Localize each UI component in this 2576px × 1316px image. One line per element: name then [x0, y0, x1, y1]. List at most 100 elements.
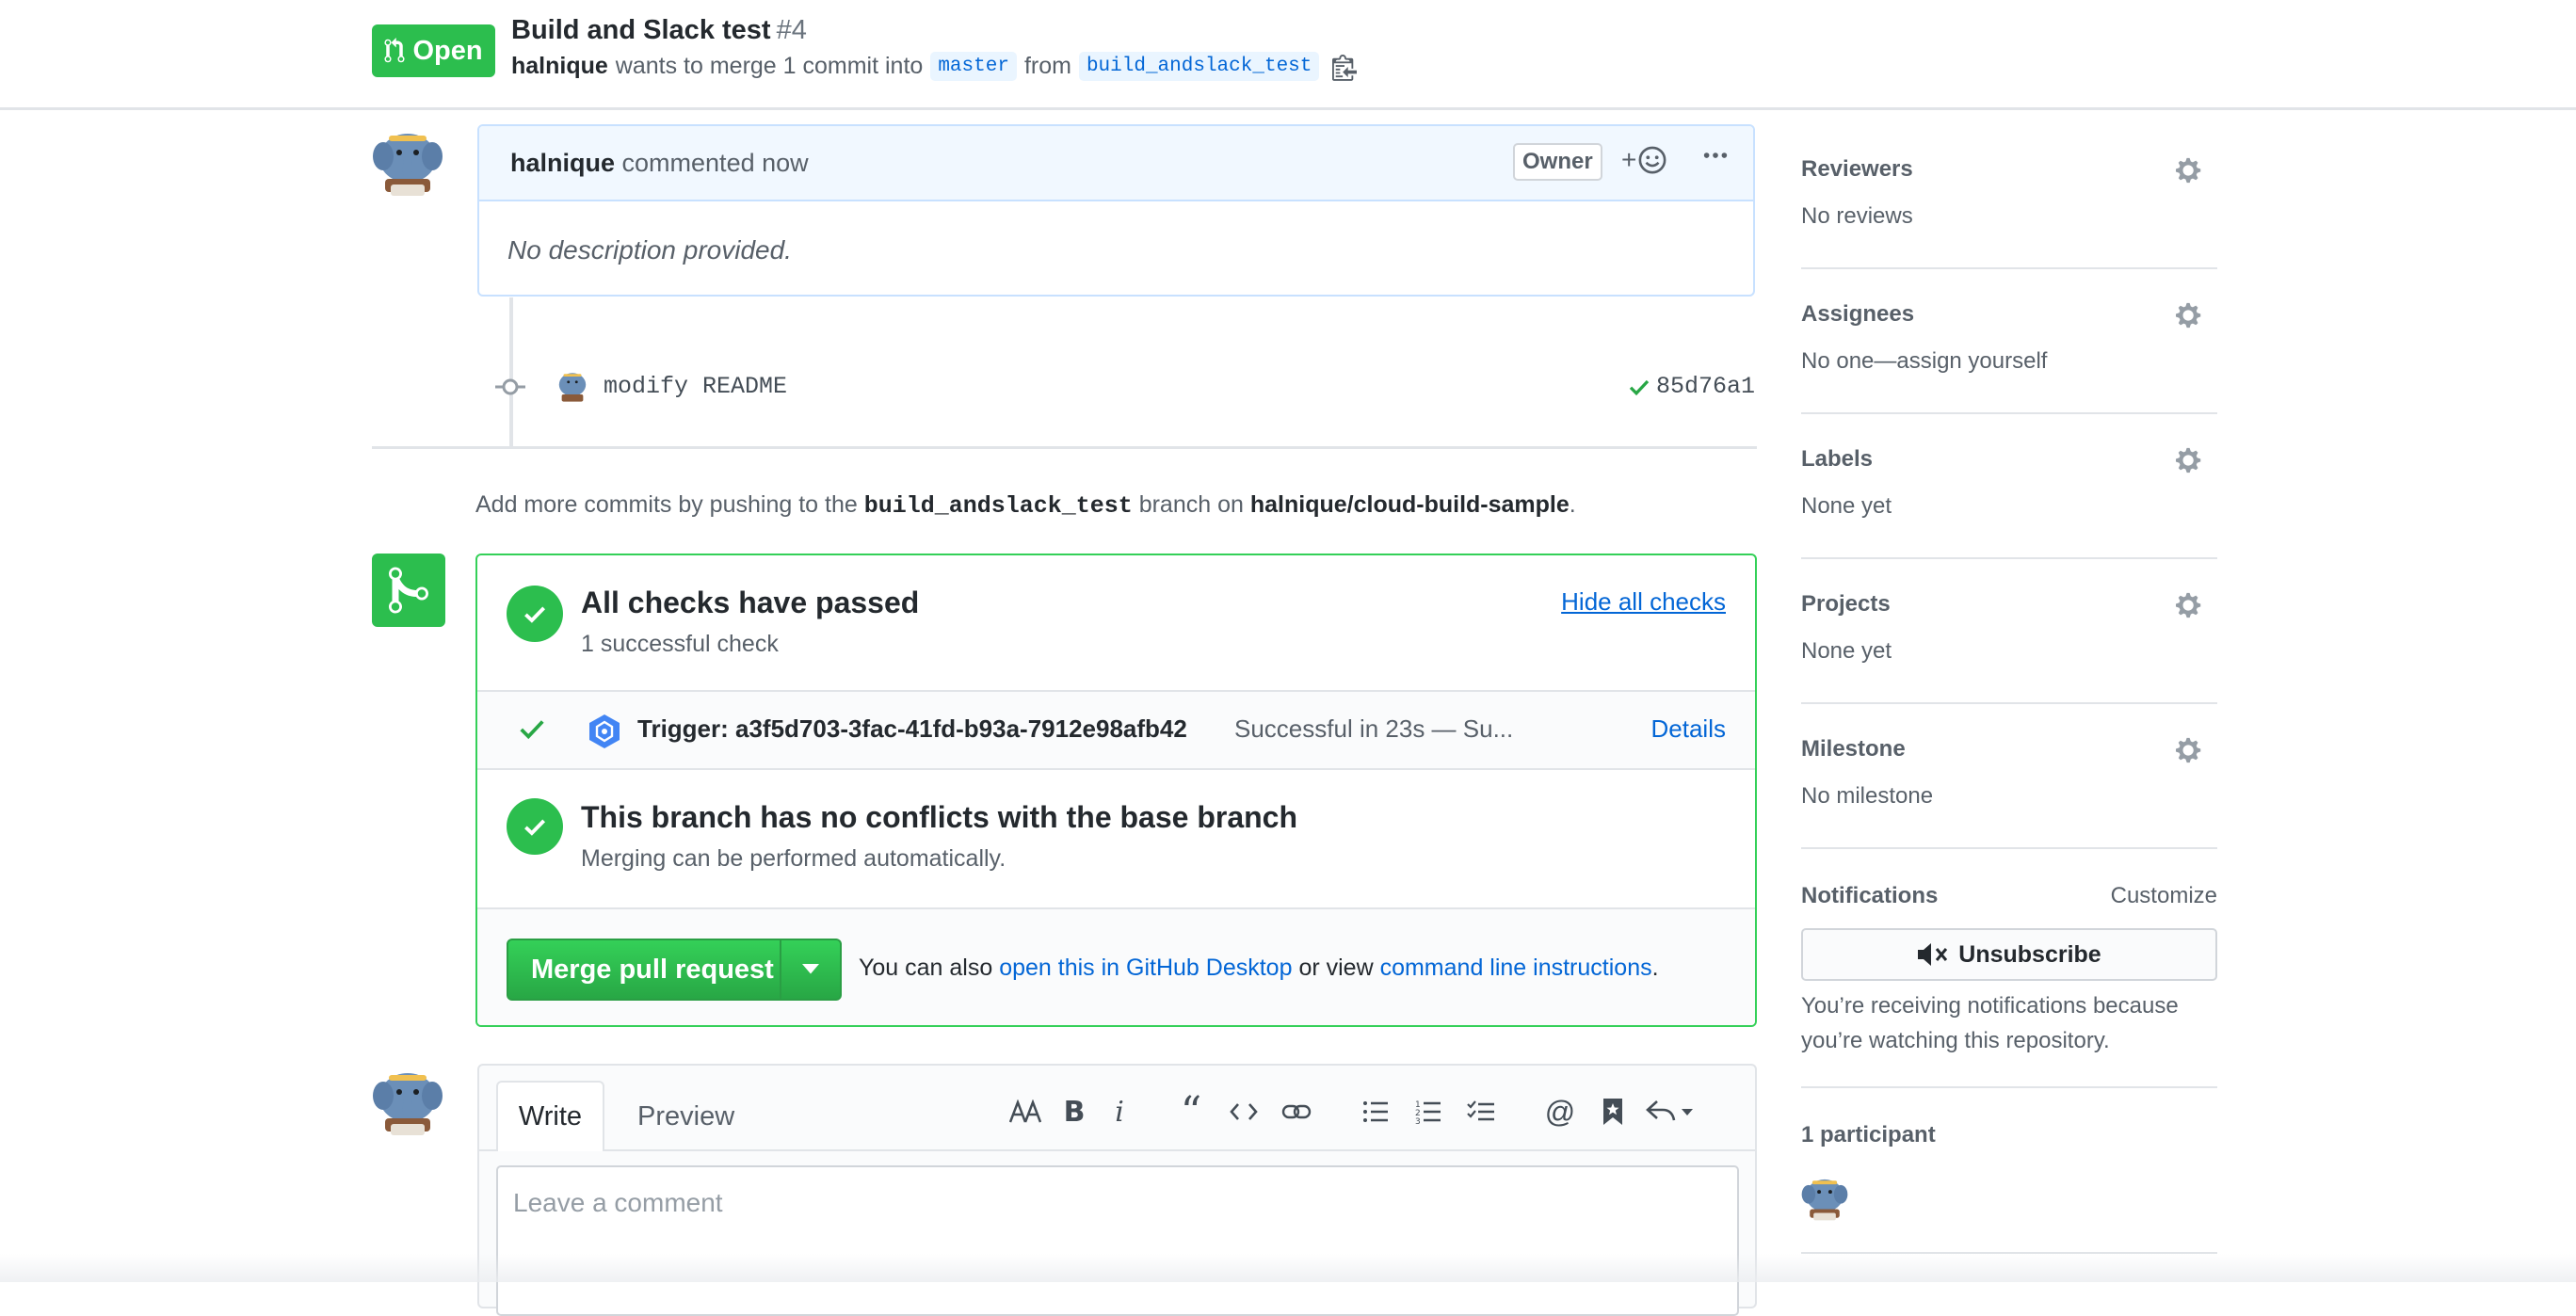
from-text: from: [1023, 53, 1071, 79]
check-icon: [520, 720, 544, 740]
pr-author-link[interactable]: halnique: [511, 53, 608, 80]
comment-options-button[interactable]: [1701, 141, 1730, 178]
commit-author-avatar[interactable]: [555, 367, 589, 405]
pr-merge-summary: halnique wants to merge 1 commit into ma…: [511, 52, 1358, 81]
description-comment: halnique commented now Owner + No descri…: [477, 124, 1755, 297]
unsubscribe-button[interactable]: Unsubscribe: [1801, 928, 2217, 981]
sidebar-divider: [1801, 702, 2217, 704]
merge-box: All checks have passed 1 successful chec…: [475, 554, 1757, 1027]
merge-pull-request-button[interactable]: Merge pull request: [508, 955, 780, 986]
push-hint: Add more commits by pushing to the build…: [475, 491, 1576, 520]
quote-icon[interactable]: “: [1165, 1088, 1217, 1136]
tab-preview[interactable]: Preview: [637, 1101, 734, 1132]
merge-actions: Merge pull request You can also open thi…: [477, 907, 1755, 1025]
assign-yourself-link[interactable]: No one—assign yourself: [1801, 348, 2217, 375]
smiley-icon: [1638, 146, 1666, 174]
hide-all-checks-link[interactable]: Hide all checks: [1561, 587, 1726, 617]
author-avatar[interactable]: [372, 124, 443, 198]
commit-message-link[interactable]: modify README: [604, 373, 787, 400]
commit-sha-group: 85d76a1: [1628, 373, 1755, 400]
sidebar-projects: Projects None yet: [1801, 591, 2217, 665]
code-icon[interactable]: [1217, 1090, 1270, 1133]
copy-clipboard-icon[interactable]: [1332, 53, 1358, 81]
check-icon[interactable]: [1628, 376, 1650, 398]
tab-divider: [479, 1149, 1755, 1151]
head-branch[interactable]: build_andslack_test: [1078, 52, 1320, 81]
checks-summary: All checks have passed 1 successful chec…: [477, 555, 1755, 690]
git-commit-icon: [495, 378, 525, 395]
sidebar-assignees: Assignees No one—assign yourself: [1801, 301, 2217, 375]
current-user-avatar[interactable]: [372, 1064, 443, 1137]
open-in-desktop-link[interactable]: open this in GitHub Desktop: [999, 955, 1292, 981]
sidebar-participants: 1 participant: [1801, 1122, 2217, 1148]
triangle-down-icon: [801, 964, 819, 974]
gear-icon[interactable]: [2176, 591, 2204, 619]
participants-title: 1 participant: [1801, 1122, 1936, 1147]
link-icon[interactable]: [1270, 1090, 1323, 1133]
italic-icon[interactable]: i: [1101, 1090, 1138, 1133]
reviewers-value: No reviews: [1801, 203, 1913, 229]
reply-icon[interactable]: [1639, 1090, 1701, 1133]
sidebar-divider: [1801, 1086, 2217, 1088]
comment-header: halnique commented now Owner +: [479, 126, 1753, 201]
labels-title: Labels: [1801, 446, 1874, 472]
cloud-build-icon: [589, 714, 620, 748]
task-list-icon[interactable]: [1455, 1090, 1507, 1133]
numbered-list-icon[interactable]: 123: [1402, 1090, 1455, 1133]
reaction-plus: +: [1621, 145, 1637, 174]
add-reaction-button[interactable]: +: [1621, 145, 1666, 175]
participant-avatar[interactable]: [1801, 1173, 1848, 1222]
bold-icon[interactable]: B: [1048, 1090, 1101, 1133]
gear-icon[interactable]: [2176, 156, 2204, 185]
sidebar-divider: [1801, 412, 2217, 414]
merge-method-dropdown[interactable]: [779, 940, 840, 999]
merge-status-icon: [372, 554, 445, 627]
mute-icon: [1918, 943, 1948, 966]
mention-icon[interactable]: @: [1534, 1090, 1586, 1133]
owner-label: Owner: [1513, 143, 1602, 181]
merge-text: wants to merge 1 commit into: [615, 53, 924, 79]
text-size-icon[interactable]: [1003, 1090, 1048, 1133]
pr-header: Open Build and Slack test #4 halnique wan…: [0, 0, 2576, 110]
gear-icon[interactable]: [2176, 446, 2204, 474]
check-icon: [524, 819, 546, 836]
kebab-horizontal-icon: [1703, 152, 1728, 158]
milestone-value: No milestone: [1801, 783, 1934, 809]
merge-alt-prefix: You can also: [859, 955, 993, 981]
sidebar-divider: [1801, 847, 2217, 849]
commit-sha-link[interactable]: 85d76a1: [1656, 373, 1755, 400]
checks-heading: All checks have passed: [581, 586, 920, 619]
bulleted-list-icon[interactable]: [1349, 1090, 1402, 1133]
customize-notifications-link[interactable]: Customize: [2111, 883, 2217, 909]
comment-meta: halnique commented now: [510, 149, 809, 178]
no-conflicts-icon: [507, 798, 563, 855]
gear-icon[interactable]: [2176, 736, 2204, 764]
push-hint-middle: branch on: [1138, 491, 1244, 518]
merge-alt-middle: or view: [1298, 955, 1374, 981]
svg-text:3: 3: [1415, 1117, 1421, 1125]
comment-textarea[interactable]: Leave a comment: [496, 1165, 1739, 1316]
check-details-link[interactable]: Details: [1651, 714, 1726, 744]
conflicts-heading: This branch has no conflicts with the ba…: [581, 800, 1298, 834]
command-line-instructions-link[interactable]: command line instructions: [1380, 955, 1652, 981]
base-branch[interactable]: master: [930, 52, 1017, 81]
check-name: Trigger: a3f5d703-3fac-41fd-b93a-7912e98…: [637, 714, 1187, 743]
push-hint-repo: halnique/cloud-build-sample: [1249, 491, 1570, 518]
projects-title: Projects: [1801, 591, 1891, 617]
tab-write[interactable]: Write: [496, 1081, 604, 1151]
sidebar-notifications: Notifications Customize: [1801, 883, 2217, 909]
push-hint-prefix: Add more commits by pushing to the: [475, 491, 858, 518]
comment-placeholder: Leave a comment: [513, 1188, 723, 1217]
pr-title-text: Build and Slack test: [511, 15, 771, 45]
check-row: Trigger: a3f5d703-3fac-41fd-b93a-7912e98…: [477, 690, 1755, 770]
conflicts-summary: This branch has no conflicts with the ba…: [477, 770, 1755, 907]
page-title: Build and Slack test #4: [511, 15, 807, 46]
comment-author-link[interactable]: halnique: [510, 149, 615, 177]
pr-number: #4: [776, 15, 807, 45]
gear-icon[interactable]: [2176, 301, 2204, 329]
merge-alt-suffix: .: [1651, 955, 1659, 981]
saved-reply-icon[interactable]: [1586, 1090, 1639, 1133]
conflicts-sub: Merging can be performed automatically.: [581, 845, 1006, 872]
sidebar-divider: [1801, 557, 2217, 559]
projects-value: None yet: [1801, 638, 1892, 664]
